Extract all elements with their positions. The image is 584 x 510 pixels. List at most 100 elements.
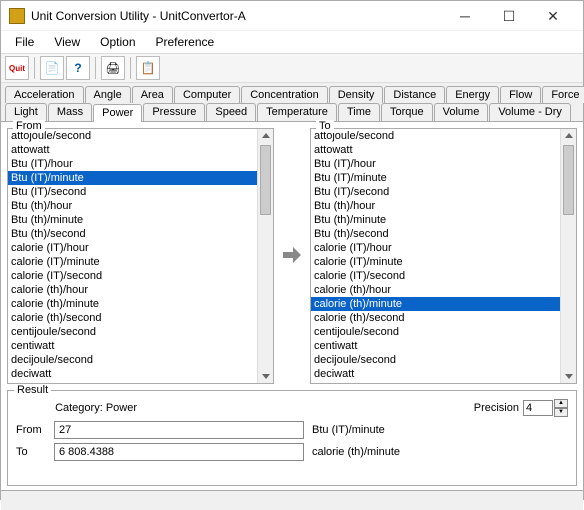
- tab-pressure[interactable]: Pressure: [143, 103, 205, 121]
- list-item[interactable]: calorie (IT)/minute: [311, 255, 560, 269]
- from-group: From attojoule/secondattowattBtu (IT)/ho…: [7, 126, 274, 384]
- list-item[interactable]: calorie (IT)/second: [311, 269, 560, 283]
- result-group: Result Category: Power Precision ▲ ▼ Fro…: [7, 390, 577, 486]
- tab-volume[interactable]: Volume: [434, 103, 489, 121]
- from-scrollbar[interactable]: [257, 129, 273, 383]
- to-group: To attojoule/secondattowattBtu (IT)/hour…: [310, 126, 577, 384]
- arrow-right-icon: [281, 244, 303, 266]
- toolbar: Quit 📄 ? 🖨 📋: [1, 53, 583, 83]
- list-item[interactable]: Btu (IT)/hour: [8, 157, 257, 171]
- scrollbar-thumb[interactable]: [260, 145, 271, 215]
- to-unit-label: calorie (th)/minute: [312, 446, 568, 458]
- from-listbox[interactable]: attojoule/secondattowattBtu (IT)/hourBtu…: [8, 129, 257, 383]
- list-item[interactable]: centijoule/second: [311, 325, 560, 339]
- category-label: Category:: [55, 402, 103, 414]
- tab-mass[interactable]: Mass: [48, 103, 92, 121]
- app-icon: [9, 8, 25, 24]
- result-to-label: To: [16, 446, 46, 458]
- list-item[interactable]: calorie (IT)/hour: [311, 241, 560, 255]
- precision-down[interactable]: ▼: [554, 408, 568, 417]
- scrollbar-thumb[interactable]: [563, 145, 574, 215]
- list-item[interactable]: calorie (IT)/hour: [8, 241, 257, 255]
- help-button[interactable]: ?: [66, 56, 90, 80]
- menu-file[interactable]: File: [5, 33, 44, 51]
- menu-bar: File View Option Preference: [1, 31, 583, 53]
- minimize-button[interactable]: ─: [443, 2, 487, 30]
- to-value-input[interactable]: [54, 443, 304, 461]
- tab-flow[interactable]: Flow: [500, 86, 541, 103]
- toolbar-separator: [130, 57, 131, 79]
- tab-concentration[interactable]: Concentration: [241, 86, 328, 103]
- list-item[interactable]: Btu (IT)/minute: [8, 171, 257, 185]
- list-item[interactable]: attojoule/second: [8, 129, 257, 143]
- tab-density[interactable]: Density: [329, 86, 384, 103]
- list-item[interactable]: Btu (th)/second: [8, 227, 257, 241]
- from-unit-label: Btu (IT)/minute: [312, 424, 568, 436]
- to-scrollbar[interactable]: [560, 129, 576, 383]
- list-item[interactable]: calorie (IT)/second: [8, 269, 257, 283]
- list-item[interactable]: attowatt: [8, 143, 257, 157]
- menu-option[interactable]: Option: [90, 33, 145, 51]
- browse-button[interactable]: 📄: [40, 56, 64, 80]
- precision-up[interactable]: ▲: [554, 399, 568, 408]
- list-item[interactable]: decijoule/second: [8, 353, 257, 367]
- category-value: Power: [106, 402, 137, 414]
- close-button[interactable]: ✕: [531, 2, 575, 30]
- list-item[interactable]: Btu (IT)/second: [311, 185, 560, 199]
- tab-light[interactable]: Light: [5, 103, 47, 121]
- print-button[interactable]: 🖨: [101, 56, 125, 80]
- tab-torque[interactable]: Torque: [381, 103, 433, 121]
- tab-volume-dry[interactable]: Volume - Dry: [489, 103, 571, 121]
- tab-speed[interactable]: Speed: [206, 103, 256, 121]
- list-item[interactable]: Btu (th)/minute: [8, 213, 257, 227]
- list-item[interactable]: centijoule/second: [8, 325, 257, 339]
- tab-time[interactable]: Time: [338, 103, 380, 121]
- list-item[interactable]: centiwatt: [8, 339, 257, 353]
- list-item[interactable]: attojoule/second: [311, 129, 560, 143]
- status-bar: [1, 490, 583, 510]
- list-item[interactable]: Btu (th)/hour: [311, 199, 560, 213]
- list-item[interactable]: calorie (th)/minute: [8, 297, 257, 311]
- arrow-column: [280, 126, 304, 384]
- tab-force[interactable]: Force: [542, 86, 584, 103]
- list-item[interactable]: calorie (th)/minute: [311, 297, 560, 311]
- to-listbox[interactable]: attojoule/secondattowattBtu (IT)/hourBtu…: [311, 129, 560, 383]
- toolbar-separator: [34, 57, 35, 79]
- list-item[interactable]: calorie (th)/hour: [311, 283, 560, 297]
- tab-distance[interactable]: Distance: [384, 86, 445, 103]
- list-item[interactable]: centiwatt: [311, 339, 560, 353]
- copy-button[interactable]: 📋: [136, 56, 160, 80]
- list-item[interactable]: Btu (th)/hour: [8, 199, 257, 213]
- tab-area[interactable]: Area: [132, 86, 173, 103]
- list-item[interactable]: Btu (IT)/hour: [311, 157, 560, 171]
- list-item[interactable]: attowatt: [311, 143, 560, 157]
- list-item[interactable]: Btu (IT)/minute: [311, 171, 560, 185]
- list-item[interactable]: calorie (th)/second: [311, 311, 560, 325]
- tab-angle[interactable]: Angle: [85, 86, 131, 103]
- tab-temperature[interactable]: Temperature: [257, 103, 337, 121]
- result-from-label: From: [16, 424, 46, 436]
- maximize-button[interactable]: ☐: [487, 2, 531, 30]
- menu-preference[interactable]: Preference: [146, 33, 225, 51]
- tab-acceleration[interactable]: Acceleration: [5, 86, 84, 103]
- list-item[interactable]: Btu (th)/minute: [311, 213, 560, 227]
- tab-computer[interactable]: Computer: [174, 86, 240, 103]
- category-tabs: AccelerationAngleAreaComputerConcentrati…: [1, 83, 583, 122]
- quit-button[interactable]: Quit: [5, 56, 29, 80]
- list-item[interactable]: decijoule/second: [311, 353, 560, 367]
- precision-input[interactable]: [523, 400, 553, 416]
- precision-label: Precision: [474, 402, 519, 414]
- list-item[interactable]: calorie (th)/second: [8, 311, 257, 325]
- menu-view[interactable]: View: [44, 33, 90, 51]
- from-value-input[interactable]: [54, 421, 304, 439]
- title-bar: Unit Conversion Utility - UnitConvertor-…: [1, 1, 583, 31]
- tab-power[interactable]: Power: [93, 104, 142, 122]
- list-item[interactable]: deciwatt: [311, 367, 560, 381]
- list-item[interactable]: deciwatt: [8, 367, 257, 381]
- list-item[interactable]: Btu (th)/second: [311, 227, 560, 241]
- list-item[interactable]: calorie (th)/hour: [8, 283, 257, 297]
- list-item[interactable]: calorie (IT)/minute: [8, 255, 257, 269]
- tab-energy[interactable]: Energy: [446, 86, 499, 103]
- list-item[interactable]: Btu (IT)/second: [8, 185, 257, 199]
- result-label: Result: [14, 384, 51, 396]
